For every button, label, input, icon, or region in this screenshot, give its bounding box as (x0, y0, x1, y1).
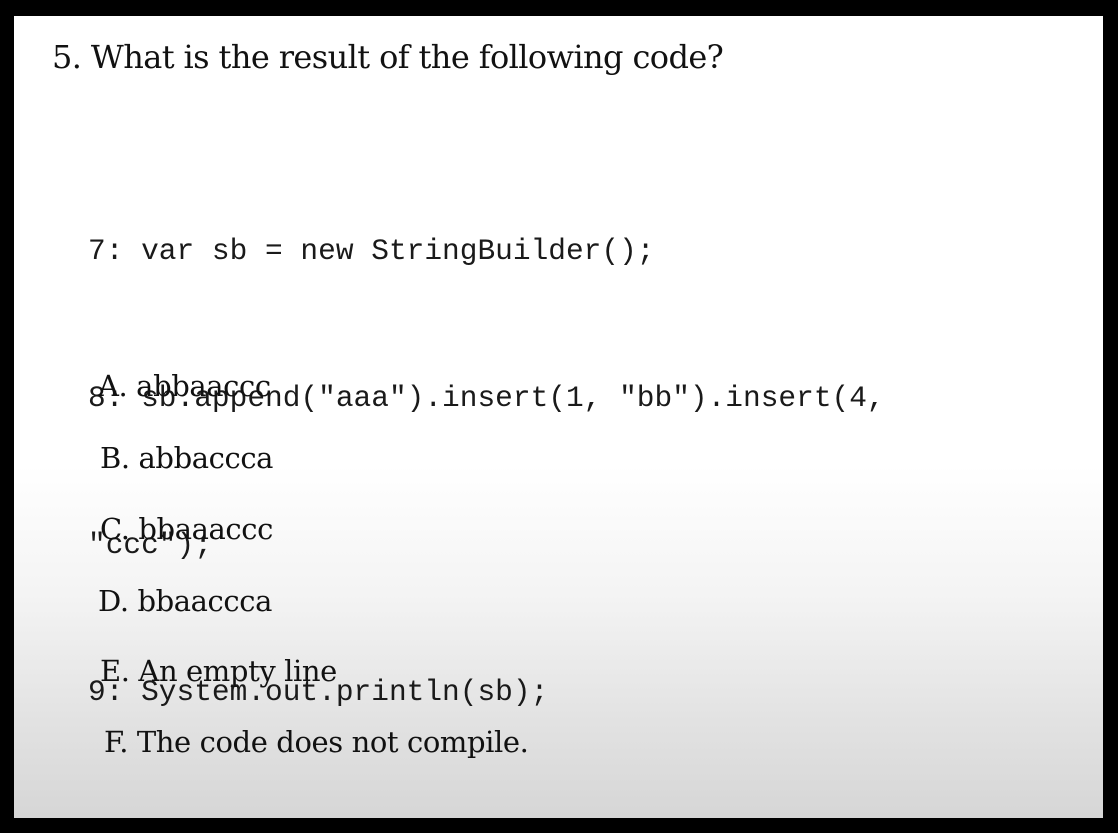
answer-option-c: C. bbaaaccc (100, 512, 273, 546)
question-text: What is the result of the following code… (90, 38, 724, 76)
answer-option-d: D. bbaaccca (98, 584, 272, 618)
screen-frame: 5. What is the result of the following c… (0, 0, 1118, 833)
question-heading: 5. What is the result of the following c… (52, 38, 724, 76)
question-slide: 5. What is the result of the following c… (14, 16, 1103, 818)
answer-option-a: A. abbaaccc (98, 369, 271, 403)
question-number: 5. (52, 38, 82, 76)
answer-option-b: B. abbaccca (100, 441, 274, 475)
answer-option-f: F. The code does not compile. (104, 725, 529, 759)
code-line-7: 7: var sb = new StringBuilder(); (88, 234, 655, 268)
answer-option-e: E. An empty line (100, 654, 337, 688)
